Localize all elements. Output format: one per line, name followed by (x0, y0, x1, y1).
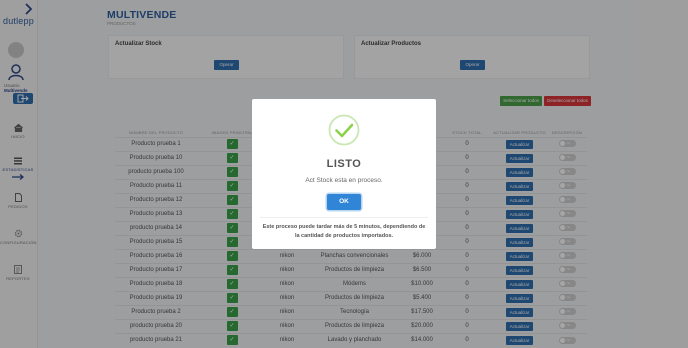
ok-button[interactable]: OK (327, 194, 361, 210)
dialog-footer-note: Este proceso puede tardar más de 5 minut… (260, 217, 428, 241)
dialog-title: LISTO (326, 158, 362, 170)
modal-overlay: LISTO Act Stock esta en proceso. OK Este… (0, 0, 688, 348)
success-dialog: LISTO Act Stock esta en proceso. OK Este… (252, 99, 436, 249)
dialog-message: Act Stock esta en proceso. (305, 177, 383, 184)
success-check-icon (328, 114, 360, 146)
